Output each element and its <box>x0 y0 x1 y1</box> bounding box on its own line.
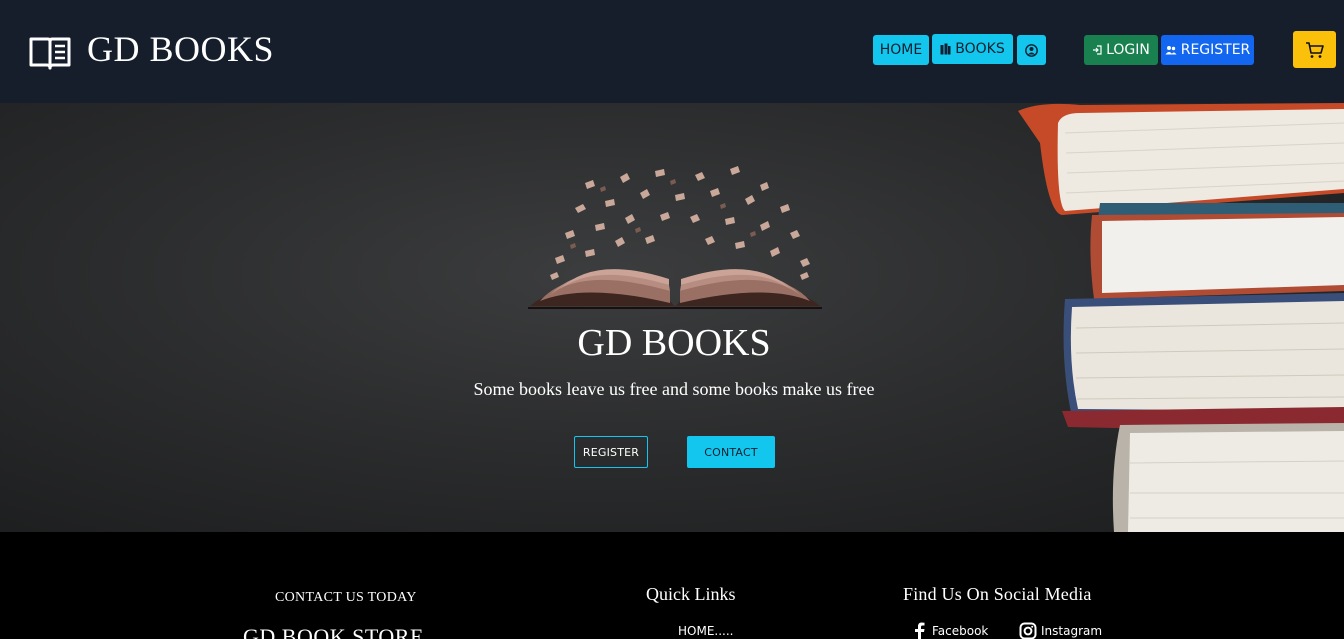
hero-contact-button[interactable]: CONTACT <box>687 436 775 468</box>
instagram-label: Instagram <box>1041 624 1103 638</box>
cart-icon <box>1305 41 1324 58</box>
user-circle-icon <box>1025 43 1038 57</box>
brand-title: GD BOOKS <box>87 29 275 69</box>
nav-profile-button[interactable] <box>1017 35 1046 65</box>
register-button[interactable]: REGISTER <box>1161 35 1254 65</box>
register-label: REGISTER <box>1180 42 1251 58</box>
hero-register-button[interactable]: REGISTER <box>574 436 648 468</box>
footer-quick-links-heading: Quick Links <box>646 584 736 604</box>
footer-social-heading: Find Us On Social Media <box>903 584 1092 604</box>
books-icon <box>940 43 951 55</box>
site-header: GD BOOKS HOME BOOKS LOGIN REGISTER <box>0 0 1344 103</box>
footer-contact-heading: CONTACT US TODAY <box>275 590 417 605</box>
site-footer: CONTACT US TODAY GD BOOK STORE Quick Lin… <box>0 532 1344 639</box>
open-book-icon <box>29 37 71 70</box>
facebook-label: Facebook <box>932 624 989 638</box>
login-button[interactable]: LOGIN <box>1084 35 1158 65</box>
nav-books-button[interactable]: BOOKS <box>932 34 1013 64</box>
footer-link-home[interactable]: HOME..... <box>678 624 733 638</box>
facebook-icon <box>915 622 925 639</box>
hero-book-image <box>528 166 822 309</box>
book-stack-image <box>1018 103 1344 532</box>
nav-books-label: BOOKS <box>955 41 1005 57</box>
footer-store-name: GD BOOK STORE <box>243 624 424 639</box>
instagram-link[interactable]: Instagram <box>1019 622 1102 639</box>
login-label: LOGIN <box>1106 42 1150 58</box>
cart-button[interactable] <box>1293 31 1336 68</box>
login-icon <box>1093 45 1102 55</box>
nav-home-button[interactable]: HOME <box>873 35 929 65</box>
nav-home-label: HOME <box>879 42 923 58</box>
users-icon <box>1165 46 1177 55</box>
instagram-icon <box>1019 622 1037 639</box>
hero-section: GD BOOKS Some books leave us free and so… <box>0 103 1344 532</box>
brand[interactable]: GD BOOKS <box>28 24 274 74</box>
facebook-link[interactable]: Facebook <box>912 622 988 639</box>
